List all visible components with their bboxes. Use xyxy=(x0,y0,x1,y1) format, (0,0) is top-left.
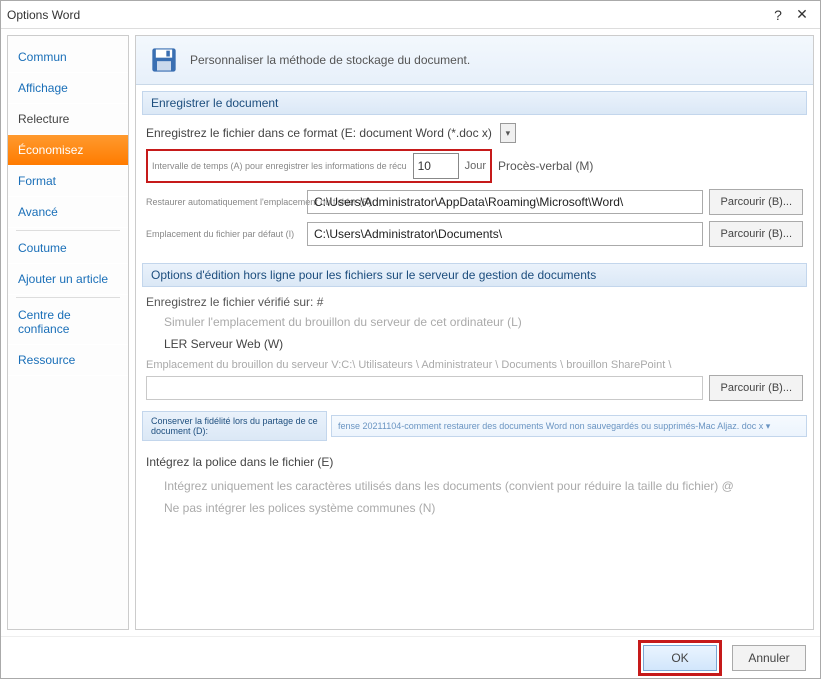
help-button[interactable]: ? xyxy=(766,5,790,25)
footer: OK Annuler xyxy=(1,636,820,678)
autosave-highlight: Intervalle de temps (A) pour enregistrer… xyxy=(146,149,492,183)
fidelity-label: Conserver la fidélité lors du partage de… xyxy=(142,411,327,441)
embed-only-used[interactable]: Intégrez uniquement les caractères utili… xyxy=(164,479,803,493)
format-label: Enregistrez le fichier dans ce format (E… xyxy=(146,126,492,140)
no-system-fonts[interactable]: Ne pas intégrer les polices système comm… xyxy=(164,501,803,515)
sidebar-item-format[interactable]: Format xyxy=(8,166,128,197)
sidebar-item-ajouter[interactable]: Ajouter un article xyxy=(8,264,128,295)
sidebar-item-centre-confiance[interactable]: Centre de confiance xyxy=(8,300,128,345)
content-pane: Personnaliser la méthode de stockage du … xyxy=(135,35,814,630)
browse-default-button[interactable]: Parcourir (B)... xyxy=(709,221,803,247)
default-label: Emplacement du fichier par défaut (I) xyxy=(146,229,301,239)
sidebar-item-ressource[interactable]: Ressource xyxy=(8,345,128,376)
window-title: Options Word xyxy=(7,8,766,22)
restore-path-input[interactable]: C:\Users\Administrator\AppData\Roaming\M… xyxy=(307,190,703,214)
titlebar: Options Word ? ✕ xyxy=(1,1,820,29)
sidebar-item-coutume[interactable]: Coutume xyxy=(8,233,128,264)
draft-location-label: Emplacement du brouillon du serveur V:C:… xyxy=(146,359,671,371)
sidebar-item-affichage[interactable]: Affichage xyxy=(8,73,128,104)
section-offline-title: Options d'édition hors ligne pour les fi… xyxy=(142,263,807,287)
ok-highlight: OK xyxy=(638,640,722,676)
default-path-input[interactable]: C:\Users\Administrator\Documents\ xyxy=(307,222,703,246)
format-dropdown-arrow[interactable]: ▾ xyxy=(500,123,516,143)
fidelity-document-select[interactable]: fense 20211104-comment restaurer des doc… xyxy=(331,415,807,437)
draft-path-input[interactable] xyxy=(146,376,703,400)
minutes-label: Procès-verbal (M) xyxy=(498,159,593,173)
browse-restore-button[interactable]: Parcourir (B)... xyxy=(709,189,803,215)
webserver-option[interactable]: LER Serveur Web (W) xyxy=(164,337,803,351)
close-button[interactable]: ✕ xyxy=(790,5,814,25)
interval-input[interactable]: 10 xyxy=(413,153,459,179)
checked-file-label: Enregistrez le fichier vérifié sur: # xyxy=(146,295,803,309)
restore-label: Restaurer automatiquement l'emplacement … xyxy=(146,197,301,207)
mirror-option[interactable]: Simuler l'emplacement du brouillon du se… xyxy=(164,315,803,329)
section-save-title: Enregistrer le document xyxy=(142,91,807,115)
cancel-button[interactable]: Annuler xyxy=(732,645,806,671)
interval-label: Intervalle de temps (A) pour enregistrer… xyxy=(152,161,407,171)
save-icon xyxy=(150,46,178,74)
sidebar-item-commun[interactable]: Commun xyxy=(8,42,128,73)
ok-button[interactable]: OK xyxy=(643,645,717,671)
banner-text: Personnaliser la méthode de stockage du … xyxy=(190,53,470,67)
sidebar-item-avance[interactable]: Avancé xyxy=(8,197,128,228)
interval-unit: Jour xyxy=(465,160,486,172)
embed-font-checkbox[interactable]: Intégrez la police dans le fichier (E) xyxy=(146,455,803,469)
sidebar: Commun Affichage Relecture Économisez Fo… xyxy=(7,35,129,630)
sidebar-item-relecture[interactable]: Relecture xyxy=(8,104,128,135)
options-dialog: Options Word ? ✕ Commun Affichage Relect… xyxy=(0,0,821,679)
browse-draft-button[interactable]: Parcourir (B)... xyxy=(709,375,803,401)
banner: Personnaliser la méthode de stockage du … xyxy=(136,36,813,85)
sidebar-item-economisez[interactable]: Économisez xyxy=(8,135,128,166)
